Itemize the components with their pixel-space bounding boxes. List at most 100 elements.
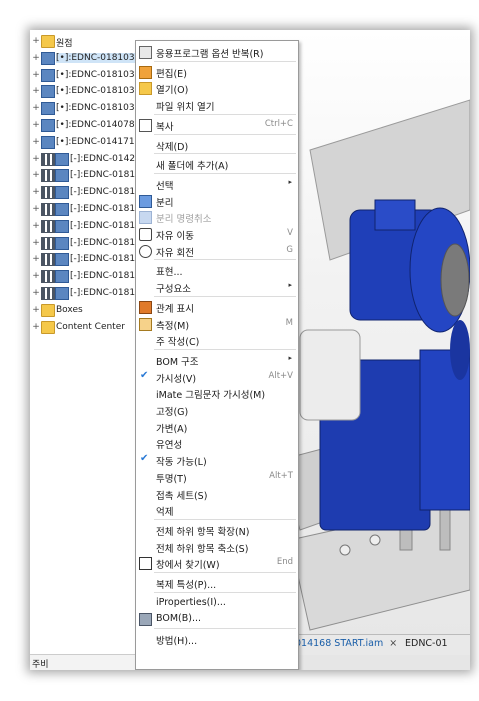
menu-item-flexible[interactable]: 가변(A) (136, 418, 298, 435)
expand-icon[interactable]: + (32, 305, 40, 315)
menu-item-label: 가변(A) (156, 423, 188, 435)
tree-node[interactable]: + [•]:EDNC-014078 (30, 117, 150, 133)
tree-node-label: [•]:EDNC-018103 (56, 52, 135, 63)
menu-item-represent[interactable]: 표현... (136, 261, 298, 278)
status-bar: 주비 (30, 654, 150, 670)
menu-item-find-in-window[interactable]: 창에서 찾기(W) End (136, 554, 298, 571)
menu-item-show-relations[interactable]: 관계 표시 (136, 298, 298, 315)
tree-node[interactable]: + [•]:EDNC-018103 (30, 67, 150, 83)
tree-node[interactable]: + [-]:EDNC-0142 (30, 151, 150, 167)
menu-item-create-note[interactable]: 주 작성(C) (136, 331, 298, 348)
tree-node[interactable]: + [-]:EDNC-0181 (30, 285, 150, 301)
menu-item-select[interactable]: 선택 ▸ (136, 175, 298, 192)
menu-item-how-to[interactable]: 방법(H)... (136, 630, 298, 647)
context-menu: 응용프로그램 옵션 반복(R) 편집(E) 열기(O) 파일 위치 열기복사 Ctrl+… (135, 40, 299, 670)
assembly-icon (41, 135, 55, 149)
expand-icon[interactable]: + (32, 170, 40, 180)
menu-separator (154, 259, 296, 261)
tab-label: 014168 START.iam (295, 638, 384, 649)
menu-item-suppress[interactable]: 유연성 (136, 434, 298, 451)
expand-icon[interactable]: + (32, 288, 40, 298)
menu-item-label: 투명(T) (156, 473, 187, 485)
tree-node[interactable]: + [-]:EDNC-0181 (30, 218, 150, 234)
tree-node[interactable]: + 원점 (30, 33, 150, 49)
expand-icon[interactable]: + (32, 86, 40, 96)
menu-item-imate-glyph[interactable]: iMate 그림문자 가시성(M) (136, 384, 298, 401)
tree-node-label: [-]:EDNC-0181 (70, 271, 136, 282)
tree-node-label: [•]:EDNC-018103 (56, 69, 135, 80)
menu-item-visibility[interactable]: ✔ 가시성(V) Alt+V (136, 368, 298, 385)
pattern-icon (55, 169, 69, 183)
tab-document[interactable]: EDNC-01 (405, 638, 448, 649)
menu-item-enabled[interactable]: ✔ 작동 가능(L) (136, 451, 298, 468)
tab-document-active[interactable]: 014168 START.iam × (295, 638, 397, 649)
menu-item-copy-props[interactable]: 복제 특성(P)... (136, 574, 298, 591)
menu-item-collapse-all[interactable]: 전체 하위 항목 축소(S) (136, 538, 298, 555)
options-icon (139, 46, 152, 59)
tree-node[interactable]: + [-]:EDNC-0181 (30, 167, 150, 183)
menu-item-component[interactable]: 구성요소 ▸ (136, 278, 298, 295)
expand-icon[interactable]: + (32, 103, 40, 113)
menu-item-contact-set[interactable]: 접촉 세트(S) (136, 485, 298, 502)
tree-node[interactable]: + [•]:EDNC-014171 (30, 134, 150, 150)
menu-item-label: 유연성 (156, 440, 183, 452)
menu-item-edit[interactable]: 편집(E) (136, 63, 298, 80)
expand-icon[interactable]: + (32, 187, 40, 197)
menu-item-suppress2[interactable]: 억제 (136, 501, 298, 518)
tree-node[interactable]: + [•]:EDNC-018103 (30, 83, 150, 99)
menu-item-label: 전체 하위 항목 축소(S) (156, 543, 249, 555)
menu-item-grounded[interactable]: 고정(G) (136, 401, 298, 418)
expand-icon[interactable]: + (32, 120, 40, 130)
menu-item-open[interactable]: 열기(O) (136, 79, 298, 96)
tree-node-label: [-]:EDNC-0181 (70, 170, 136, 181)
pattern-icon (41, 203, 55, 216)
expand-icon[interactable]: + (32, 53, 40, 63)
copy-icon (139, 118, 152, 132)
menu-item-expand-all[interactable]: 전체 하위 항목 확장(N) (136, 521, 298, 538)
expand-icon[interactable]: + (32, 238, 40, 248)
pattern-icon (41, 287, 55, 300)
expand-icon[interactable]: + (32, 70, 40, 80)
menu-item-free-move[interactable]: 자유 이동 V (136, 225, 298, 242)
menu-item-open-location[interactable]: 파일 위치 열기 (136, 96, 298, 113)
menu-item-isolate[interactable]: 분리 (136, 192, 298, 209)
menu-separator (154, 518, 296, 520)
expand-icon[interactable]: + (32, 204, 40, 214)
menu-item-bom[interactable]: BOM(B)... (136, 610, 298, 627)
tree-node[interactable]: + [-]:EDNC-0181 (30, 201, 150, 217)
menu-separator (154, 113, 296, 115)
menu-item-free-rotate[interactable]: 자유 회전 G (136, 242, 298, 259)
tree-node[interactable]: + [-]:EDNC-0181 (30, 184, 150, 200)
menu-item-add-folder[interactable]: 새 폴더에 추가(A) (136, 155, 298, 172)
tree-node[interactable]: + [•]:EDNC-018103 (30, 50, 150, 66)
menu-item-undo-isolate[interactable]: 분리 명령취소 (136, 208, 298, 225)
menu-item-label: 억제 (156, 507, 174, 519)
expand-icon[interactable]: + (32, 36, 40, 46)
tab-close-icon[interactable]: × (389, 638, 397, 649)
menu-item-iproperties[interactable]: iProperties(I)... (136, 594, 298, 611)
pattern-icon (41, 169, 55, 183)
open-icon (139, 82, 152, 96)
expand-icon[interactable]: + (32, 322, 40, 332)
expand-icon[interactable]: + (32, 221, 40, 231)
tree-node[interactable]: + Boxes (30, 302, 150, 318)
menu-item-measure[interactable]: 측정(M) M (136, 315, 298, 332)
menu-item-bom-structure[interactable]: BOM 구조 ▸ (136, 351, 298, 368)
tree-node[interactable]: + [-]:EDNC-0181 (30, 251, 150, 267)
tree-node[interactable]: + [-]:EDNC-0181 (30, 235, 150, 251)
menu-item-transparent[interactable]: 투명(T) Alt+T (136, 468, 298, 485)
expand-icon[interactable]: + (32, 137, 40, 147)
menu-item-label: 편집(E) (156, 68, 187, 80)
tree-node-label: [•]:EDNC-018103 (56, 103, 135, 114)
expand-icon[interactable]: + (32, 154, 40, 164)
menu-separator (154, 133, 296, 135)
tree-node[interactable]: + [•]:EDNC-018103 (30, 100, 150, 116)
tree-node[interactable]: + Content Center (30, 319, 150, 335)
menu-item-copy[interactable]: 복사 Ctrl+C (136, 116, 298, 133)
menu-item-label: 방법(H)... (156, 636, 198, 648)
expand-icon[interactable]: + (32, 271, 40, 281)
expand-icon[interactable]: + (32, 254, 40, 264)
tree-node[interactable]: + [-]:EDNC-0181 (30, 268, 150, 284)
menu-item-delete[interactable]: 삭제(D) (136, 136, 298, 153)
menu-item-repeat[interactable]: 응용프로그램 옵션 반복(R) (136, 43, 298, 60)
